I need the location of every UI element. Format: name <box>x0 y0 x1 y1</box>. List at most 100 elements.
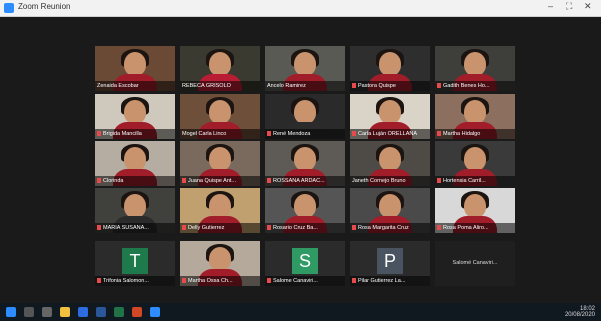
participant-namebar: René Mendoza <box>265 129 345 139</box>
participant-tile[interactable]: ROSSANA ARDAC... <box>265 141 345 186</box>
search-icon[interactable] <box>24 307 34 317</box>
task-view-icon[interactable] <box>42 307 52 317</box>
person-face <box>464 194 486 218</box>
participant-tile[interactable]: MARIA SUSANA... <box>95 188 175 233</box>
participant-namebar: Mogel Carla Linco <box>180 129 260 139</box>
participant-name: ROSSANA ARDAC... <box>273 178 325 184</box>
person-face <box>209 52 231 76</box>
muted-mic-icon <box>97 225 101 231</box>
muted-mic-icon <box>267 178 271 184</box>
participant-tile[interactable]: Pastora Quispe <box>350 46 430 91</box>
person-face <box>124 52 146 76</box>
person-face <box>294 194 316 218</box>
maximize-button[interactable]: ⛶ <box>566 1 572 12</box>
participant-name: Brigida Mancilla <box>103 131 142 137</box>
participant-namebar: Hortensia Carril... <box>435 176 515 186</box>
participant-name: Zenaida Escobar <box>97 83 139 89</box>
participant-name: Pilar Gutierrez La... <box>358 278 406 284</box>
muted-mic-icon <box>267 225 271 231</box>
participant-name: Trifonia Salomon... <box>103 278 149 284</box>
participant-namebar: Delly Gutierrez <box>180 223 260 233</box>
file-explorer-icon[interactable] <box>60 307 70 317</box>
participant-tile[interactable]: Mogel Carla Linco <box>180 94 260 139</box>
participant-tile[interactable]: T Trifonia Salomon... <box>95 241 175 286</box>
person-face <box>209 247 231 271</box>
participant-name: Carla Luján ORELLANA <box>358 131 418 137</box>
participant-tile[interactable]: S Salome Canaviri... <box>265 241 345 286</box>
participant-name: REBECA GRISOLO <box>182 83 231 89</box>
person-face <box>464 147 486 171</box>
participant-tile[interactable]: Salomé Canaviri... <box>435 241 515 286</box>
participant-tile[interactable]: Gadith Benes Ho... <box>435 46 515 91</box>
participant-namebar: Clorinda <box>95 176 175 186</box>
word-icon[interactable] <box>96 307 106 317</box>
muted-mic-icon <box>437 225 441 231</box>
participant-namebar: Zenaida Escobar <box>95 81 175 91</box>
excel-icon[interactable] <box>114 307 124 317</box>
participant-tile[interactable]: Rosa Poma Aliro... <box>435 188 515 233</box>
participant-tile[interactable]: Martha Ossa Ch... <box>180 241 260 286</box>
clock-date: 20/08/2020 <box>564 312 595 318</box>
person-face <box>379 147 401 171</box>
muted-mic-icon <box>182 225 186 231</box>
muted-mic-icon <box>182 178 186 184</box>
participant-tile[interactable]: Rosa Margarita Cruz <box>350 188 430 233</box>
muted-mic-icon <box>267 278 271 284</box>
participant-tile[interactable]: Martha Hidalgo <box>435 94 515 139</box>
participant-namebar: Salome Canaviri... <box>265 276 345 286</box>
participant-namebar: Janeth Cornejo Bruno <box>350 176 430 186</box>
participant-name: Salome Canaviri... <box>273 278 318 284</box>
person-face <box>209 194 231 218</box>
participant-name: Salomé Canaviri... <box>452 260 498 266</box>
participant-name: René Mendoza <box>273 131 311 137</box>
muted-mic-icon <box>352 278 356 284</box>
participant-namebar: Brigida Mancilla <box>95 129 175 139</box>
participant-namebar: REBECA GRISOLO <box>180 81 260 91</box>
clock[interactable]: 18:02 20/08/2020 <box>565 306 595 318</box>
browser-icon[interactable] <box>78 307 88 317</box>
participant-tile[interactable]: Rosario Cruz Ba... <box>265 188 345 233</box>
participant-tile[interactable]: Delly Gutierrez <box>180 188 260 233</box>
gallery-view: Zenaida Escobar REBECA GRISOLO Ancelo Rami… <box>0 17 601 303</box>
participant-name: Martha Hidalgo <box>443 131 481 137</box>
window-title: Zoom Reunion <box>18 2 71 11</box>
participant-namebar: Juana Quispe Ant... <box>180 176 260 186</box>
person-face <box>209 147 231 171</box>
participant-namebar: Pilar Gutierrez La... <box>350 276 430 286</box>
participant-name: Pastora Quispe <box>358 83 396 89</box>
person-face <box>379 52 401 76</box>
participant-tile[interactable]: Janeth Cornejo Bruno <box>350 141 430 186</box>
participant-tile[interactable]: René Mendoza <box>265 94 345 139</box>
participant-name: Martha Ossa Ch... <box>188 278 233 284</box>
muted-mic-icon <box>352 225 356 231</box>
participant-namebar: Carla Luján ORELLANA <box>350 129 430 139</box>
participant-name: MARIA SUSANA... <box>103 225 149 231</box>
muted-mic-icon <box>97 178 101 184</box>
close-button[interactable]: ✕ <box>584 1 592 12</box>
participant-tile[interactable]: Brigida Mancilla <box>95 94 175 139</box>
person-face <box>124 147 146 171</box>
participant-tile[interactable]: P Pilar Gutierrez La... <box>350 241 430 286</box>
participant-tile[interactable]: Ancelo Ramirez <box>265 46 345 91</box>
person-face <box>209 100 231 124</box>
window-titlebar: Zoom Reunion – ⛶ ✕ <box>0 0 601 17</box>
participant-name: Clorinda <box>103 178 124 184</box>
participant-tile[interactable]: Zenaida Escobar <box>95 46 175 91</box>
participant-tile[interactable]: Juana Quispe Ant... <box>180 141 260 186</box>
participant-tile[interactable]: Clorinda <box>95 141 175 186</box>
zoom-taskbar-icon[interactable] <box>150 307 160 317</box>
participant-tile[interactable]: Hortensia Carril... <box>435 141 515 186</box>
participant-namebar: ROSSANA ARDAC... <box>265 176 345 186</box>
muted-mic-icon <box>352 131 356 137</box>
participant-tile[interactable]: Carla Luján ORELLANA <box>350 94 430 139</box>
participant-name: Rosa Poma Aliro... <box>443 225 489 231</box>
person-face <box>124 100 146 124</box>
person-face <box>379 100 401 124</box>
powerpoint-icon[interactable] <box>132 307 142 317</box>
participant-namebar: Martha Hidalgo <box>435 129 515 139</box>
participant-namebar: Ancelo Ramirez <box>265 81 345 91</box>
muted-mic-icon <box>437 131 441 137</box>
minimize-button[interactable]: – <box>548 1 553 11</box>
participant-tile[interactable]: REBECA GRISOLO <box>180 46 260 91</box>
start-icon[interactable] <box>6 307 16 317</box>
